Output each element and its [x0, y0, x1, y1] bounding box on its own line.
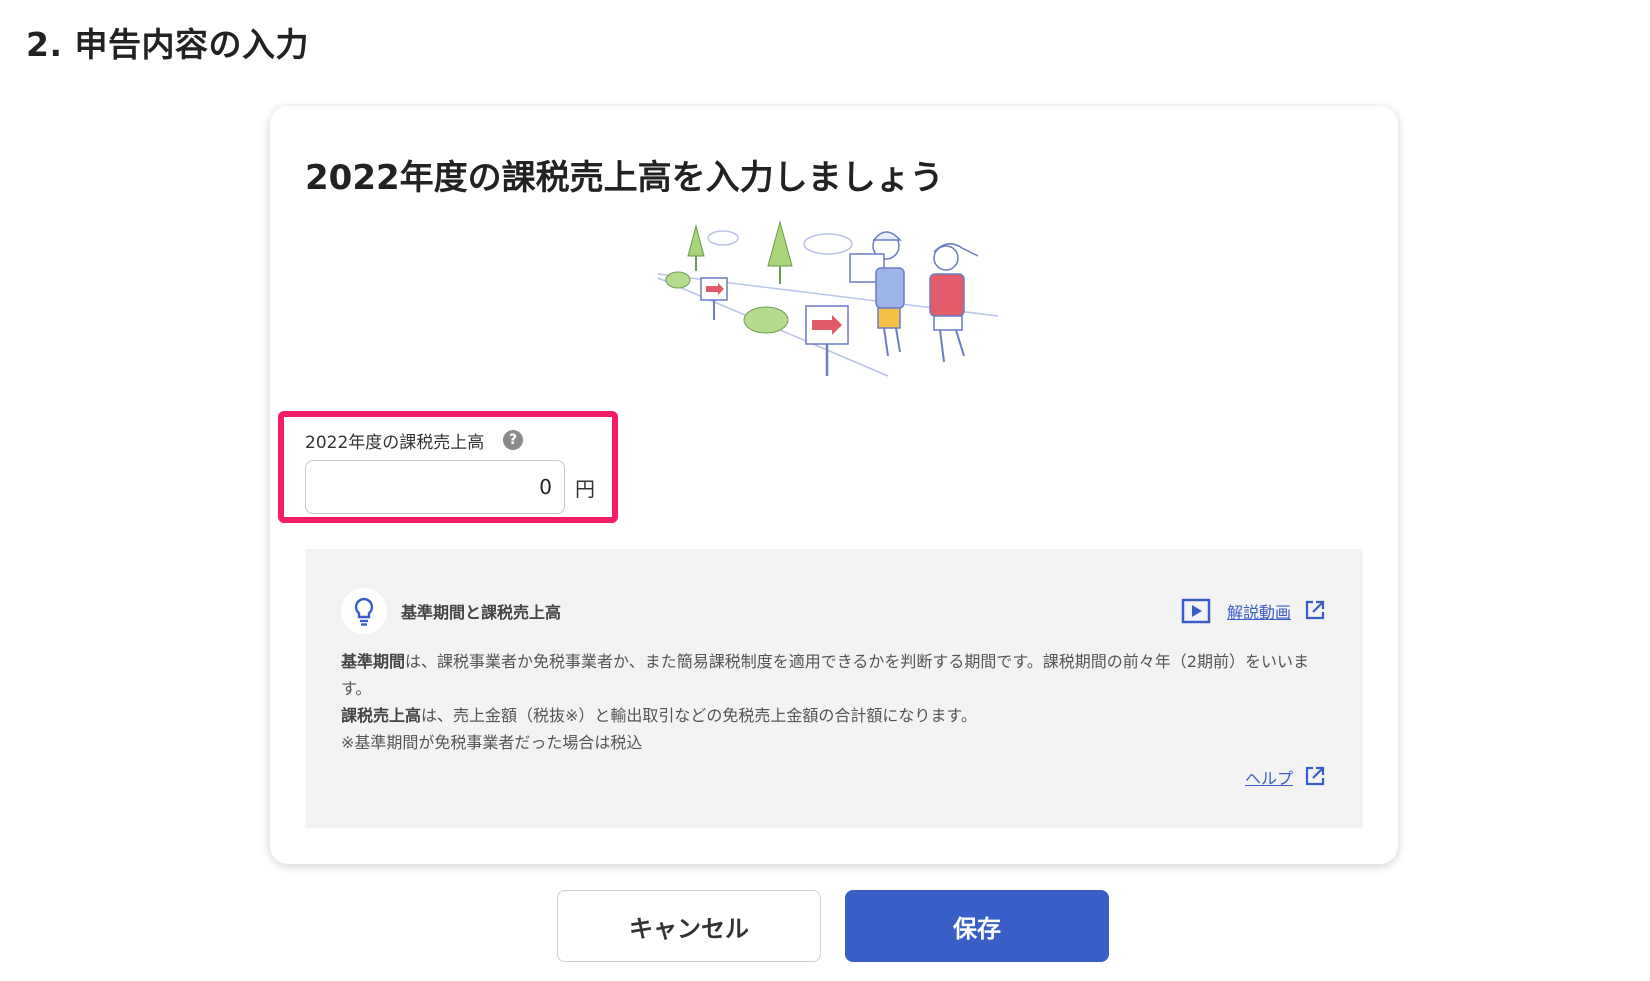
play-video-icon[interactable] [1181, 598, 1211, 624]
sales-input-card: 2022年度の課税売上高を入力しましょう 2022年度の課税売上高 ? 0 円 … [270, 106, 1398, 864]
sales-amount-input[interactable] [305, 460, 565, 514]
term-taxable-sales: 課税売上高 [341, 706, 422, 725]
question-circle-icon[interactable]: ? [503, 430, 523, 450]
hikers-illustration [657, 220, 999, 377]
card-title: 2022年度の課税売上高を入力しましょう [305, 158, 944, 198]
currency-unit: 円 [575, 477, 595, 501]
save-button[interactable]: 保存 [845, 890, 1109, 962]
info-body: 基準期間は、課税事業者か免税事業者か、また簡易課税制度を適用できるかを判断する期… [341, 648, 1331, 756]
help-link[interactable]: ヘルプ [1245, 765, 1293, 789]
info-paragraph-note: ※基準期間が免税事業者だった場合は税込 [341, 733, 643, 752]
sales-amount-label: 2022年度の課税売上高 [305, 433, 485, 453]
cancel-button[interactable]: キャンセル [557, 890, 821, 962]
info-title: 基準期間と課税売上高 [401, 603, 562, 622]
lightbulb-icon [341, 588, 387, 634]
term-base-period: 基準期間 [341, 652, 406, 671]
external-link-icon[interactable] [1304, 765, 1326, 787]
external-link-icon[interactable] [1304, 599, 1326, 621]
info-paragraph-base-period: 基準期間は、課税事業者か免税事業者か、また簡易課税制度を適用できるかを判断する期… [341, 652, 1309, 698]
info-panel: 基準期間と課税売上高 解説動画 基準期間は、課税事業者か免税事業者か、また簡易課… [305, 549, 1363, 828]
section-title: 2. 申告内容の入力 [26, 25, 309, 64]
info-paragraph-taxable-sales: 課税売上高は、売上金額（税抜※）と輸出取引などの免税売上金額の合計額になります。 [341, 706, 977, 725]
video-link[interactable]: 解説動画 [1227, 599, 1291, 623]
